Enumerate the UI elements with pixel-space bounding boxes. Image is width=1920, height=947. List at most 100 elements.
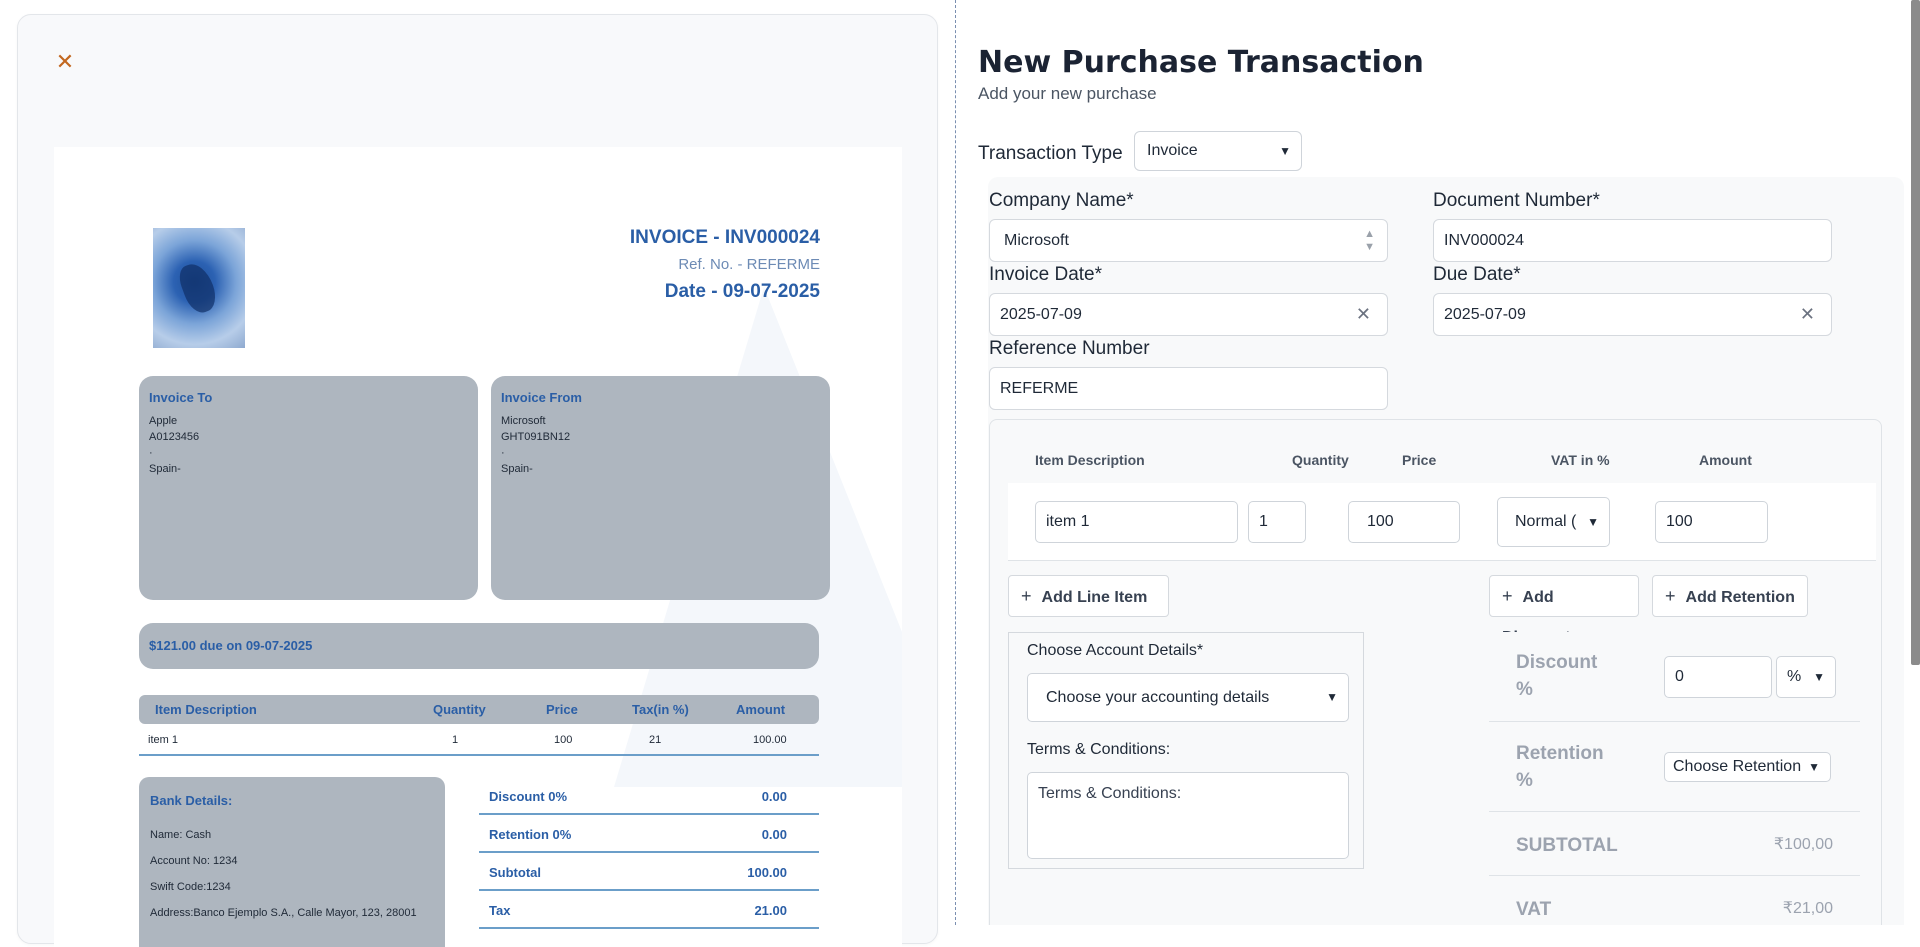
invoice-to-card: Invoice To Apple A0123456 · Spain- <box>139 376 478 600</box>
add-line-item-label: Add Line Item <box>1041 589 1148 606</box>
retention-label: Retention % <box>1516 743 1604 791</box>
scrollbar[interactable] <box>1911 0 1920 665</box>
invoice-to-line: · <box>149 447 153 459</box>
invoice-to-line: Apple <box>149 415 178 427</box>
item-vat-select[interactable]: Normal ( ▼ <box>1497 497 1610 547</box>
total-row-discount: Discount 0% 0.00 <box>479 777 819 815</box>
vat-value: ₹21,00 <box>1782 900 1833 917</box>
subtotal-value: ₹100,00 <box>1773 836 1833 853</box>
discount-label: Discount % <box>1516 652 1598 700</box>
cell-description: item 1 <box>148 734 178 746</box>
invoice-to-heading: Invoice To <box>149 390 213 405</box>
terms-label: Terms & Conditions: <box>1027 741 1171 758</box>
col-tax: Tax(in %) <box>632 702 689 717</box>
item-amount-input[interactable]: 100 <box>1655 501 1768 543</box>
discount-value: 0 <box>1675 668 1684 685</box>
plus-icon: + <box>1021 586 1032 606</box>
purchase-form-panel: New Purchase Transaction Add your new pu… <box>956 0 1920 925</box>
invoice-from-card: Invoice From Microsoft GHT091BN12 · Spai… <box>491 376 830 600</box>
subtotal-label: SUBTOTAL <box>1516 835 1618 856</box>
add-discount-button[interactable]: +Add Discount <box>1489 575 1639 646</box>
invoice-from-line: · <box>501 447 505 459</box>
close-icon[interactable]: ✕ <box>55 51 75 73</box>
total-row-subtotal: Subtotal 100.00 <box>479 853 819 891</box>
document-number-label: Document Number* <box>1433 190 1600 211</box>
page-title: New Purchase Transaction <box>978 45 1424 80</box>
due-date-input[interactable]: 2025-07-09 ✕ <box>1433 293 1832 336</box>
company-name-select[interactable]: Microsoft ▲ ▼ <box>989 219 1388 262</box>
vat-row: VAT ₹21,00 <box>1489 876 1860 925</box>
retention-select[interactable]: Choose Retention ▼ <box>1664 752 1831 782</box>
company-logo <box>153 228 245 348</box>
invoice-from-line: Spain- <box>501 463 533 475</box>
discount-input[interactable]: 0 <box>1664 656 1772 698</box>
retention-row: Retention % Choose Retention ▼ <box>1489 722 1860 812</box>
discount-row: Discount % 0 % ▼ <box>1489 632 1860 722</box>
account-details-placeholder: Choose your accounting details <box>1046 689 1270 706</box>
total-label: Subtotal <box>489 865 541 880</box>
header-item-description: Item Description <box>1035 452 1145 468</box>
item-description-input[interactable]: item 1 <box>1035 501 1238 543</box>
add-retention-button[interactable]: + Add Retention <box>1652 575 1808 617</box>
retention-select-value: Choose Retention <box>1673 758 1802 775</box>
transaction-type-select[interactable]: Invoice ▼ <box>1134 131 1302 171</box>
header-quantity: Quantity <box>1292 452 1349 468</box>
page-subtitle: Add your new purchase <box>978 84 1157 103</box>
chevron-down-icon: ▼ <box>1326 690 1338 704</box>
terms-textarea[interactable]: Terms & Conditions: <box>1027 772 1349 859</box>
item-description-value: item 1 <box>1046 513 1090 530</box>
item-price-input[interactable]: 100 <box>1348 501 1460 543</box>
plus-icon: + <box>1502 586 1513 606</box>
item-vat-value: Normal ( <box>1515 513 1577 530</box>
cell-price: 100 <box>554 734 573 746</box>
bank-line: Account No: 1234 <box>150 855 238 867</box>
invoice-ref: Ref. No. - REFERME <box>678 256 820 273</box>
invoice-from-line: Microsoft <box>501 415 546 427</box>
col-price: Price <box>546 702 578 717</box>
add-line-item-button[interactable]: + Add Line Item <box>1008 575 1169 617</box>
due-banner: $121.00 due on 09-07-2025 <box>139 623 819 669</box>
total-value: 100.00 <box>747 865 787 880</box>
clear-icon[interactable]: ✕ <box>1800 294 1815 335</box>
updown-icon: ▲ ▼ <box>1364 228 1375 253</box>
due-date-label: Due Date* <box>1433 264 1521 285</box>
company-name-label: Company Name* <box>989 190 1134 211</box>
reference-number-value: REFERME <box>1000 380 1079 397</box>
invoice-to-line: Spain- <box>149 463 181 475</box>
bank-line: Swift Code:1234 <box>150 881 231 893</box>
item-quantity-value: 1 <box>1259 513 1268 530</box>
item-quantity-input[interactable]: 1 <box>1248 501 1306 543</box>
header-vat: VAT in % <box>1551 452 1610 468</box>
reference-number-input[interactable]: REFERME <box>989 367 1388 410</box>
bank-line: Address:Banco Ejemplo S.A., Calle Mayor,… <box>150 907 417 919</box>
invoice-date-input[interactable]: 2025-07-09 ✕ <box>989 293 1388 336</box>
total-label: Discount 0% <box>489 789 568 804</box>
total-label: Retention 0% <box>489 827 572 842</box>
cell-amount: 100.00 <box>753 734 787 746</box>
total-row-tax: Tax 21.00 <box>479 891 819 929</box>
invoice-from-line: GHT091BN12 <box>501 431 571 443</box>
preview-totals: Discount 0% 0.00 Retention 0% 0.00 Subto… <box>479 777 819 929</box>
total-value: 21.00 <box>754 903 787 918</box>
total-value: 0.00 <box>761 827 787 842</box>
transaction-type-value: Invoice <box>1147 142 1198 159</box>
vat-label: VAT <box>1516 899 1552 920</box>
clear-icon[interactable]: ✕ <box>1356 294 1371 335</box>
item-amount-value: 100 <box>1666 513 1693 530</box>
invoice-date-label: Invoice Date* <box>989 264 1103 285</box>
document-number-input[interactable]: INV000024 <box>1433 219 1832 262</box>
col-quantity: Quantity <box>433 702 486 717</box>
document-number-value: INV000024 <box>1444 232 1525 249</box>
subtotal-row: SUBTOTAL ₹100,00 <box>1489 812 1860 876</box>
invoice-document: INVOICE - INV000024 Ref. No. - REFERME D… <box>54 147 902 947</box>
bank-line: Name: Cash <box>150 829 212 841</box>
preview-table-header: Item Description Quantity Price Tax(in %… <box>139 695 819 724</box>
plus-icon: + <box>1665 586 1676 606</box>
due-date-value: 2025-07-09 <box>1444 306 1526 323</box>
account-details-select[interactable]: Choose your accounting details ▼ <box>1027 673 1349 722</box>
bank-details-card: Bank Details: Name: Cash Account No: 123… <box>139 777 445 947</box>
chevron-down-icon: ▼ <box>1279 144 1291 158</box>
chevron-down-icon: ▼ <box>1587 515 1599 529</box>
discount-unit-select[interactable]: % ▼ <box>1776 656 1836 698</box>
header-price: Price <box>1402 452 1437 468</box>
